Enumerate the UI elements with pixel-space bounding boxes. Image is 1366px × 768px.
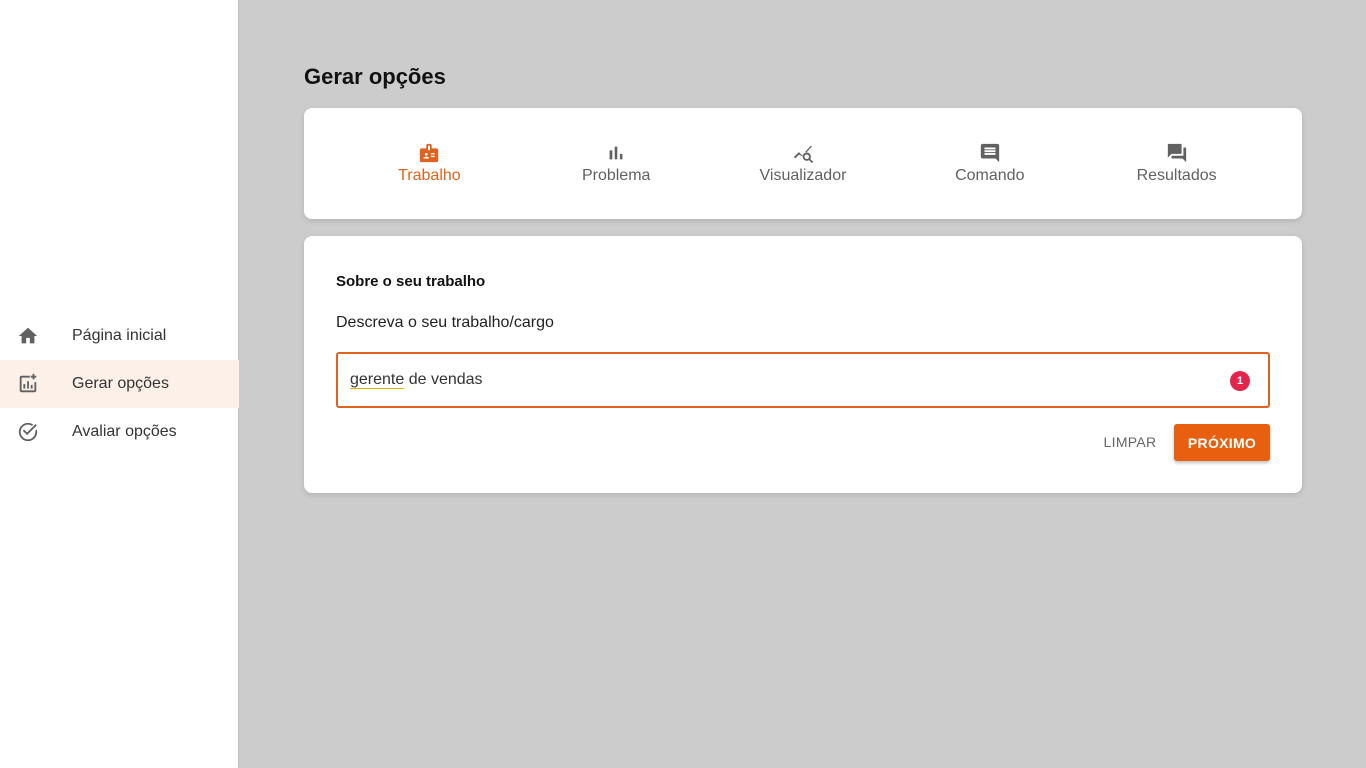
next-button[interactable]: PRÓXIMO xyxy=(1174,424,1270,461)
stepper-card: Trabalho Problema Visualizador Comando R… xyxy=(304,108,1302,219)
sidebar-item-home[interactable]: Página inicial xyxy=(0,312,239,360)
step-label: Resultados xyxy=(1136,167,1217,184)
home-icon xyxy=(16,324,40,348)
sidebar-item-label: Página inicial xyxy=(72,327,167,344)
query-stats-icon xyxy=(791,141,815,165)
badge-icon xyxy=(417,141,441,165)
step-label: Problema xyxy=(581,167,651,184)
job-title-input[interactable]: gerente de vendas 1 xyxy=(336,352,1270,408)
sidebar-item-generate-options[interactable]: Gerar opções xyxy=(0,360,239,408)
step-visualizador[interactable]: Visualizador xyxy=(710,108,897,219)
step-comando[interactable]: Comando xyxy=(896,108,1083,219)
grammar-badge[interactable]: 1 xyxy=(1230,371,1250,391)
sidebar-item-evaluate-options[interactable]: Avaliar opções xyxy=(0,408,239,456)
comment-icon xyxy=(978,141,1002,165)
check-circle-icon xyxy=(16,420,40,444)
forum-icon xyxy=(1165,141,1189,165)
form-description: Descreva o seu trabalho/cargo xyxy=(336,314,554,331)
form-heading: Sobre o seu trabalho xyxy=(336,273,486,290)
sidebar-nav: Página inicial Gerar opções Avaliar opçõ… xyxy=(0,312,239,456)
page-title: Gerar opções xyxy=(304,64,446,89)
sidebar: Página inicial Gerar opções Avaliar opçõ… xyxy=(0,0,239,768)
input-value: gerente de vendas xyxy=(350,371,483,389)
bar-chart-icon xyxy=(604,141,628,165)
main-content: Gerar opções Trabalho Problema Visualiza… xyxy=(240,0,1366,768)
spellcheck-word: gerente xyxy=(350,371,405,388)
stepper: Trabalho Problema Visualizador Comando R… xyxy=(336,108,1270,219)
step-label: Trabalho xyxy=(398,167,461,184)
step-resultados[interactable]: Resultados xyxy=(1083,108,1270,219)
clear-button[interactable]: LIMPAR xyxy=(1096,424,1164,460)
sidebar-item-label: Gerar opções xyxy=(72,375,169,392)
step-trabalho[interactable]: Trabalho xyxy=(336,108,523,219)
sidebar-item-label: Avaliar opções xyxy=(72,423,177,440)
job-form-card: Sobre o seu trabalho Descreva o seu trab… xyxy=(304,236,1302,493)
input-value-rest: de vendas xyxy=(404,371,483,388)
step-problema[interactable]: Problema xyxy=(523,108,710,219)
step-label: Comando xyxy=(955,167,1025,184)
add-chart-icon xyxy=(16,372,40,396)
step-label: Visualizador xyxy=(759,167,847,184)
